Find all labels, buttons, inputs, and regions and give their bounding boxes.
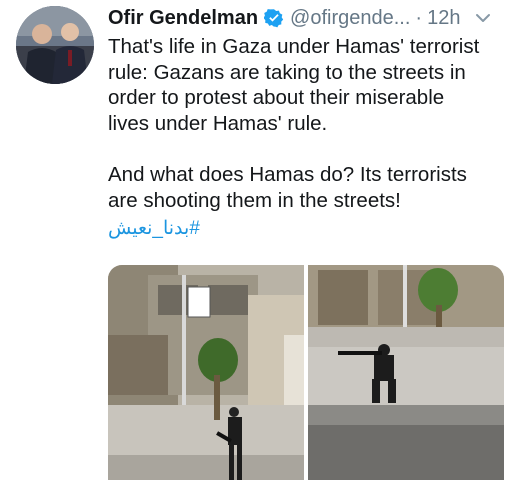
hashtag-link[interactable]: #بدنا_نعيش xyxy=(108,216,508,242)
chevron-down-icon[interactable] xyxy=(474,9,492,27)
tweet-media xyxy=(108,265,504,480)
media-photo-1[interactable] xyxy=(108,265,304,480)
tweet-timestamp[interactable]: 12h xyxy=(427,7,460,30)
tweet-header: Ofir Gendelman @ofirgende... · 12h xyxy=(108,4,514,32)
tweet-paragraph: And what does Hamas do? Its terrorists a… xyxy=(108,163,467,212)
author-name[interactable]: Ofir Gendelman xyxy=(108,7,258,30)
tweet-paragraph: That's life in Gaza under Hamas' terrori… xyxy=(108,35,480,135)
header-separator: · xyxy=(415,6,423,29)
author-avatar[interactable] xyxy=(16,6,94,84)
author-handle[interactable]: @ofirgende... xyxy=(290,7,410,30)
verified-badge-icon xyxy=(263,8,284,28)
tweet-text: That's life in Gaza under Hamas' terrori… xyxy=(108,34,508,242)
media-photo-2[interactable] xyxy=(308,265,504,480)
